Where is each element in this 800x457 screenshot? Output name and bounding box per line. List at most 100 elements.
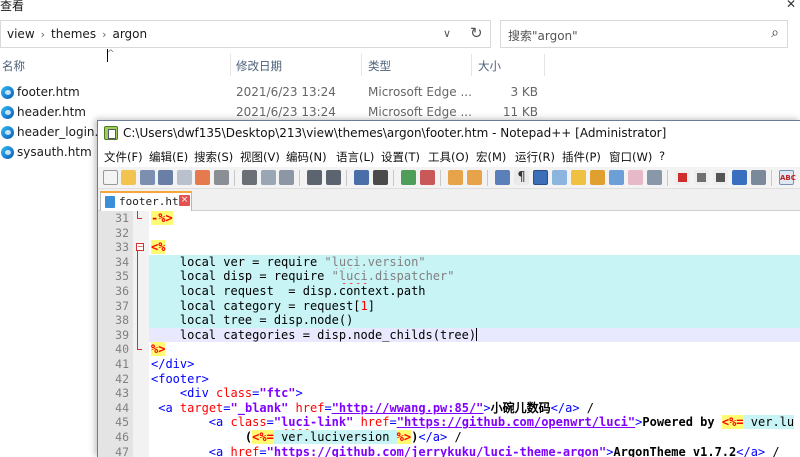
code-token-tag: = — [266, 415, 274, 430]
title-bar[interactable]: C:\Users\dwf135\Desktop\213\view\themes\… — [98, 121, 800, 145]
play-macro-icon[interactable] — [713, 170, 728, 185]
code-text: </div> — [151, 357, 194, 372]
chevron-right-icon[interactable]: › — [102, 28, 106, 41]
eye-icon[interactable] — [647, 170, 662, 185]
code-token-text: 小碗儿数码 — [490, 400, 551, 415]
breadcrumb-argon[interactable]: argon — [112, 27, 147, 41]
menu-window[interactable]: 窗口(W) — [609, 149, 652, 165]
print-icon[interactable] — [214, 170, 229, 185]
cut-icon[interactable] — [242, 170, 257, 185]
code-editor[interactable]: 31 -%> 32 33 <% 34 local ver = require "luci.… — [98, 211, 800, 457]
show-all-chars-icon[interactable]: ¶ — [514, 170, 529, 185]
explorer-view-menu[interactable]: 查看 — [0, 0, 24, 14]
open-folder-icon[interactable] — [121, 170, 136, 185]
menu-macro[interactable]: 宏(M) — [476, 149, 506, 165]
code-token-lstr: .dispatcher" — [367, 269, 455, 284]
code-line[interactable]: 32 — [98, 226, 800, 241]
code-line[interactable]: 38 local tree = disp.node() — [98, 313, 800, 328]
menu-view[interactable]: 视图(V) — [240, 149, 280, 165]
refresh-icon[interactable]: ↻ — [470, 24, 483, 42]
tab-footer[interactable]: footer.htm × — [100, 191, 192, 211]
new-file-icon[interactable] — [103, 170, 118, 185]
file-row[interactable]: footer.htm 2021/6/23 13:24 Microsoft Edg… — [0, 83, 800, 103]
code-token-plain: ] — [367, 298, 375, 313]
notepadpp-app-icon — [104, 126, 118, 140]
save-macro-icon[interactable] — [751, 170, 766, 185]
find-icon[interactable] — [354, 170, 369, 185]
code-line[interactable]: 42 <footer> — [98, 372, 800, 387]
doc-list-icon[interactable] — [609, 170, 624, 185]
menu-search[interactable]: 搜索(S) — [194, 149, 233, 165]
menu-help[interactable]: ? — [659, 149, 665, 163]
zoom-in-icon[interactable] — [401, 170, 416, 185]
doc-map-icon[interactable] — [552, 170, 567, 185]
indent-guide-icon[interactable] — [533, 170, 548, 185]
code-line[interactable]: 41 </div> — [98, 357, 800, 372]
menu-tools[interactable]: 工具(O) — [428, 149, 469, 165]
close-icon[interactable]: ✕ — [786, 0, 796, 11]
menu-plugins[interactable]: 插件(P) — [562, 149, 601, 165]
breadcrumb-themes[interactable]: themes — [51, 27, 96, 41]
zoom-out-icon[interactable] — [420, 170, 435, 185]
sync-vertical-icon[interactable] — [448, 170, 463, 185]
column-headers: ^ 名称 修改日期 类型 大小 — [0, 49, 800, 78]
record-macro-icon[interactable] — [675, 170, 690, 185]
code-line[interactable]: 33 <% — [98, 240, 800, 255]
code-line[interactable]: 43 <div class="ftc"> — [98, 386, 800, 401]
monitoring-icon[interactable] — [628, 170, 643, 185]
sync-horizontal-icon[interactable] — [467, 170, 482, 185]
code-line[interactable]: 36 local request = disp.context.path — [98, 284, 800, 299]
run-multiple-icon[interactable] — [732, 170, 747, 185]
menu-language[interactable]: 语言(L) — [336, 149, 374, 165]
fold-box[interactable]: − — [136, 243, 144, 252]
menu-settings[interactable]: 设置(T) — [381, 149, 420, 165]
redo-icon[interactable] — [326, 170, 341, 185]
code-token-plain: local request = disp.context.path — [151, 284, 426, 298]
code-line[interactable]: 39 local categories = disp.node_childs(t… — [98, 327, 800, 343]
code-line[interactable]: 46 (<%= ver.luciversion %>)</a> / — [98, 430, 800, 445]
paste-icon[interactable] — [279, 170, 294, 185]
edge-file-icon — [1, 106, 14, 119]
column-size[interactable]: 大小 — [478, 58, 501, 74]
chevron-right-icon[interactable]: › — [41, 28, 45, 41]
column-divider[interactable] — [471, 54, 472, 76]
column-divider[interactable] — [544, 54, 545, 76]
code-token-del: -%> — [151, 211, 173, 225]
undo-icon[interactable] — [307, 170, 322, 185]
code-line[interactable]: 31 -%> — [98, 211, 800, 226]
menu-encoding[interactable]: 编码(N) — [286, 149, 327, 165]
column-date[interactable]: 修改日期 — [236, 58, 282, 74]
tab-close-icon[interactable]: × — [179, 195, 190, 206]
code-line[interactable]: 45 <a class="luci-link" href="https://gi… — [98, 415, 800, 430]
breadcrumb-view[interactable]: view — [7, 27, 35, 41]
word-wrap-icon[interactable] — [495, 170, 510, 185]
code-token-plain: local ver = require — [151, 254, 325, 269]
save-all-icon[interactable] — [158, 170, 173, 185]
stop-macro-icon[interactable] — [694, 170, 709, 185]
close-all-icon[interactable] — [195, 170, 210, 185]
replace-icon[interactable] — [373, 170, 388, 185]
code-line[interactable]: 40 %> — [98, 342, 800, 357]
spellcheck-icon[interactable]: ABC — [779, 170, 796, 185]
code-line[interactable]: 35 local disp = require "luci.dispatcher… — [98, 269, 800, 284]
menu-edit[interactable]: 编辑(E) — [149, 149, 188, 165]
column-type[interactable]: 类型 — [368, 58, 391, 74]
column-divider[interactable] — [230, 54, 231, 76]
search-input[interactable]: 搜索"argon" ⌕ — [500, 20, 788, 48]
code-line[interactable]: 34 local ver = require "luci.version" — [98, 254, 800, 270]
function-list-icon[interactable] — [571, 170, 586, 185]
menu-run[interactable]: 运行(R) — [515, 149, 555, 165]
code-line[interactable]: 47 <a href="https://github.com/jerrykuku… — [98, 445, 800, 457]
close-file-icon[interactable] — [177, 170, 192, 185]
code-line[interactable]: 44 <a target="_blank" href="http://wwang… — [98, 401, 800, 416]
chevron-down-icon[interactable]: ∨ — [443, 27, 451, 40]
code-line[interactable]: 37 local category = request[1] — [98, 298, 800, 314]
column-divider[interactable] — [361, 54, 362, 76]
menu-file[interactable]: 文件(F) — [104, 149, 143, 165]
folder-workspace-icon[interactable] — [590, 170, 605, 185]
save-icon[interactable] — [140, 170, 155, 185]
column-name[interactable]: 名称 — [2, 58, 25, 74]
address-bar[interactable]: view › themes › argon ∨ ↻ — [0, 20, 491, 48]
search-icon[interactable]: ⌕ — [771, 25, 779, 41]
copy-icon[interactable] — [261, 170, 276, 185]
